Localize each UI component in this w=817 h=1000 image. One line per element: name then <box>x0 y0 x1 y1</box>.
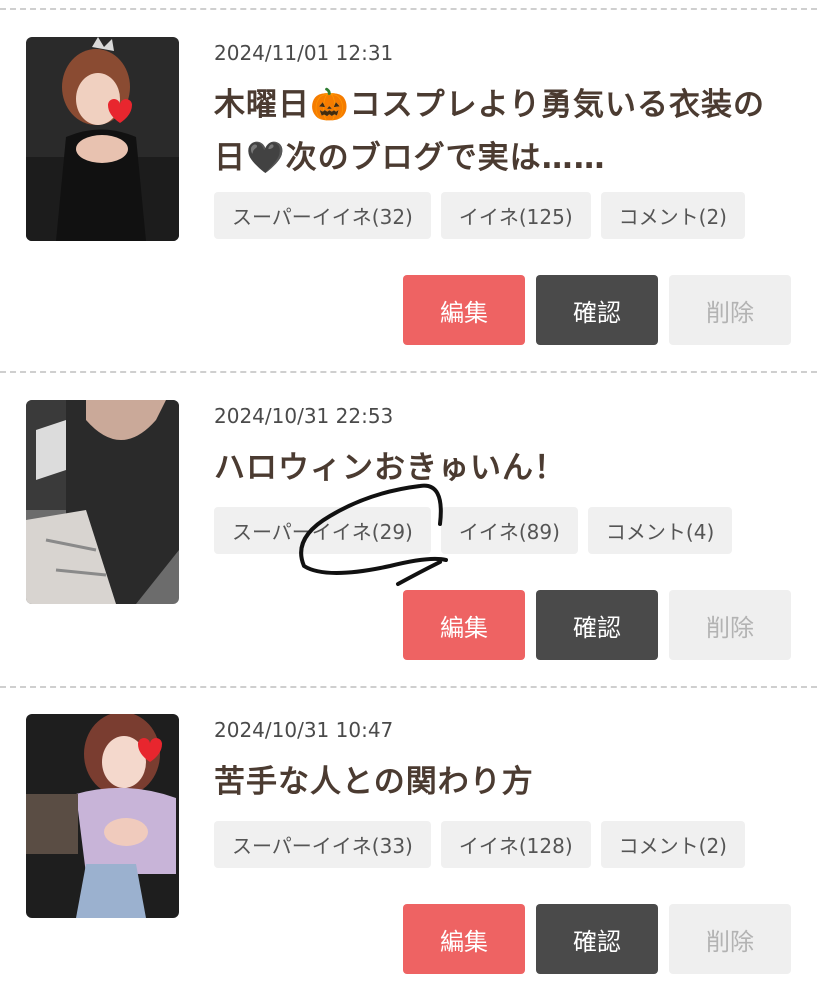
post-title[interactable]: 木曜日🎃コスプレより勇気いる衣装の日🖤次のブログで実は…… <box>214 79 794 185</box>
divider-1 <box>0 371 817 373</box>
comment-count: コメント(2) <box>600 192 745 239</box>
edit-button[interactable]: 編集 <box>403 904 525 974</box>
edit-button[interactable]: 編集 <box>403 275 525 345</box>
post-thumbnail[interactable] <box>26 714 179 918</box>
blog-post-item: 2024/10/31 22:53 ハロウィンおきゅいん！ スーパーイイネ(29)… <box>0 400 817 662</box>
post-title[interactable]: 苦手な人との関わり方 <box>214 756 794 809</box>
divider-2 <box>0 686 817 688</box>
post-title[interactable]: ハロウィンおきゅいん！ <box>214 442 794 495</box>
post-reactions: スーパーイイネ(32) イイネ(125) コメント(2) <box>214 192 745 239</box>
blog-post-item: 2024/10/31 10:47 苦手な人との関わり方 スーパーイイネ(33) … <box>0 714 817 976</box>
super-like-count: スーパーイイネ(29) <box>214 507 431 554</box>
post-date: 2024/10/31 10:47 <box>214 718 394 742</box>
post-reactions: スーパーイイネ(29) イイネ(89) コメント(4) <box>214 507 733 554</box>
like-count: イイネ(125) <box>440 192 591 239</box>
confirm-button[interactable]: 確認 <box>536 590 658 660</box>
post-thumbnail[interactable] <box>26 400 179 604</box>
post-actions: 編集 確認 削除 <box>403 904 791 974</box>
delete-button[interactable]: 削除 <box>669 590 791 660</box>
post-date: 2024/11/01 12:31 <box>214 41 394 65</box>
confirm-button[interactable]: 確認 <box>536 904 658 974</box>
delete-button[interactable]: 削除 <box>669 275 791 345</box>
like-count: イイネ(89) <box>440 507 578 554</box>
comment-count: コメント(2) <box>600 821 745 868</box>
super-like-count: スーパーイイネ(33) <box>214 821 431 868</box>
delete-button[interactable]: 削除 <box>669 904 791 974</box>
post-actions: 編集 確認 削除 <box>403 275 791 345</box>
post-date: 2024/10/31 22:53 <box>214 404 394 428</box>
comment-count: コメント(4) <box>587 507 733 554</box>
post-reactions: スーパーイイネ(33) イイネ(128) コメント(2) <box>214 821 745 868</box>
blog-post-item: 2024/11/01 12:31 木曜日🎃コスプレより勇気いる衣装の日🖤次のブロ… <box>0 37 817 347</box>
super-like-count: スーパーイイネ(32) <box>214 192 431 239</box>
edit-button[interactable]: 編集 <box>403 590 525 660</box>
post-thumbnail[interactable] <box>26 37 179 241</box>
confirm-button[interactable]: 確認 <box>536 275 658 345</box>
divider-top <box>0 8 817 10</box>
post-actions: 編集 確認 削除 <box>403 590 791 660</box>
like-count: イイネ(128) <box>440 821 591 868</box>
